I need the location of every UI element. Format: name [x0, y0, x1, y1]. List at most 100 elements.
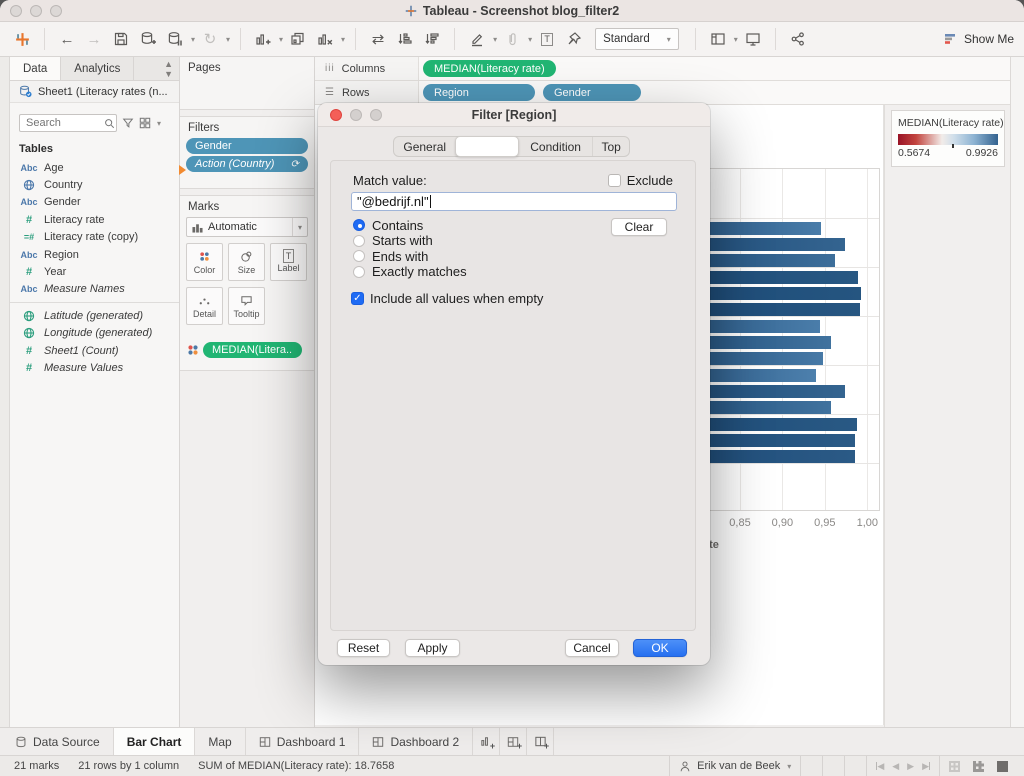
radio-starts-with[interactable] — [353, 234, 365, 247]
field-country[interactable]: Country — [10, 176, 179, 193]
field-age[interactable]: Abc Age — [10, 159, 179, 176]
field-sheet1-count[interactable]: # Sheet1 (Count) — [10, 342, 179, 359]
minimize-window-icon[interactable] — [30, 5, 42, 17]
match-value-input[interactable]: "@bedrijf.nl" — [351, 192, 677, 211]
include-all-option[interactable]: ✓ Include all values when empty — [351, 291, 543, 306]
radio-exactly-matches[interactable] — [353, 265, 365, 278]
marks-median-pill[interactable]: MEDIAN(Litera.. — [203, 342, 302, 358]
pages-card[interactable]: Pages — [180, 57, 314, 110]
exclude-option[interactable]: Exclude — [607, 173, 673, 188]
highlight-button[interactable] — [465, 26, 489, 52]
filter-fields-icon[interactable] — [122, 117, 134, 129]
field-latitude-generated[interactable]: Latitude (generated) — [10, 307, 179, 324]
field-measure-values[interactable]: # Measure Values — [10, 359, 179, 376]
marks-card[interactable]: Marks Automatic ▾ Color Size T Label Detail T… — [180, 195, 314, 371]
radio-option-exactly-matches[interactable]: Exactly matches — [353, 264, 467, 279]
search-input[interactable] — [19, 114, 117, 132]
dialog-tab-condition[interactable]: Condition — [519, 137, 592, 156]
sort-descending-button[interactable] — [420, 26, 444, 52]
sheet-tab-bar-chart[interactable]: Bar Chart — [113, 728, 196, 755]
last-sheet-icon[interactable]: ▶ — [922, 761, 930, 772]
new-worksheet-caret-icon[interactable]: ▾ — [279, 35, 283, 44]
ok-button[interactable]: OK — [633, 639, 687, 657]
include-all-checkbox[interactable]: ✓ — [351, 292, 364, 305]
search-field[interactable] — [24, 116, 104, 130]
color-legend-card[interactable]: MEDIAN(Literacy rate) 0.5674 0.9926 — [891, 110, 1005, 167]
pill-median-literacy-rate[interactable]: MEDIAN(Literacy rate) — [423, 60, 556, 77]
radio-option-ends-with[interactable]: Ends with — [353, 249, 467, 264]
cancel-button[interactable]: Cancel — [565, 639, 619, 657]
undo-button[interactable]: ← — [55, 26, 79, 52]
tableau-logo-icon[interactable] — [10, 26, 34, 52]
tab-data[interactable]: Data — [10, 57, 62, 80]
field-longitude-generated[interactable]: Longitude (generated) — [10, 325, 179, 342]
pause-auto-updates-button[interactable] — [163, 26, 187, 52]
zoom-window-icon[interactable] — [50, 5, 62, 17]
view-options-icon[interactable] — [139, 117, 151, 129]
radio-option-starts-with[interactable]: Starts with — [353, 233, 467, 248]
window-controls[interactable] — [10, 5, 62, 17]
rows-shelf-fields[interactable]: Region Gender — [418, 81, 1010, 104]
scrollbar-track[interactable] — [1010, 57, 1024, 727]
show-hide-cards-caret-icon[interactable]: ▾ — [734, 35, 738, 44]
sheet-tab-data-source[interactable]: Data Source — [2, 728, 114, 755]
previous-sheet-icon[interactable]: ◀ — [892, 761, 899, 772]
pill-gender[interactable]: Gender — [543, 84, 641, 101]
show-tabs-icon[interactable] — [997, 760, 1008, 772]
pause-auto-updates-caret-icon[interactable]: ▾ — [191, 35, 195, 44]
show-hide-cards-button[interactable] — [706, 26, 730, 52]
filters-card[interactable]: Filters Gender Action (Country) ⟳ — [180, 116, 314, 189]
sheet-tab-map[interactable]: Map — [195, 728, 246, 755]
data-connection[interactable]: Sheet1 (Literacy rates (n... — [10, 81, 179, 103]
reset-button[interactable]: Reset — [337, 639, 390, 657]
new-data-source-button[interactable] — [136, 26, 160, 52]
dialog-tab-wildcard-selected[interactable] — [455, 136, 519, 157]
swap-rows-columns-button[interactable]: ⇄ — [366, 26, 390, 52]
presentation-mode-button[interactable] — [741, 26, 765, 52]
field-literacy-rate[interactable]: # Literacy rate — [10, 211, 179, 228]
fix-axes-button[interactable] — [562, 26, 586, 52]
radio-contains[interactable] — [353, 219, 365, 231]
columns-shelf-fields[interactable]: MEDIAN(Literacy rate) — [418, 57, 1010, 80]
pane-resize-icon[interactable]: ▲ ▼ — [158, 57, 179, 80]
radio-option-contains[interactable]: Contains — [353, 218, 467, 233]
color-button[interactable]: Color — [186, 243, 223, 281]
pill-region[interactable]: Region — [423, 84, 535, 101]
new-dashboard-button[interactable]: + — [500, 728, 528, 755]
show-me-button[interactable]: Show Me — [944, 32, 1014, 46]
duplicate-sheet-button[interactable] — [286, 26, 310, 52]
clear-sheet-button[interactable] — [313, 26, 337, 52]
tooltip-button[interactable]: Tooltip — [228, 287, 265, 325]
first-sheet-icon[interactable]: ◀ — [876, 761, 884, 772]
filter-pill-gender[interactable]: Gender — [186, 138, 308, 154]
fit-selector[interactable]: Standard ▾ — [595, 28, 679, 50]
sheet-tab-dashboard-1[interactable]: Dashboard 1 — [246, 728, 360, 755]
sort-ascending-button[interactable] — [393, 26, 417, 52]
apply-button[interactable]: Apply — [405, 639, 460, 657]
field-region[interactable]: Abc Region — [10, 246, 179, 263]
size-button[interactable]: Size — [228, 243, 265, 281]
radio-ends-with[interactable] — [353, 250, 365, 262]
clear-button[interactable]: Clear — [611, 218, 667, 236]
share-workbook-button[interactable] — [786, 26, 810, 52]
next-sheet-icon[interactable]: ▶ — [907, 761, 914, 772]
new-worksheet-button[interactable]: + — [473, 728, 501, 755]
highlight-caret-icon[interactable]: ▾ — [493, 35, 497, 44]
new-worksheet-button[interactable] — [251, 26, 275, 52]
field-measure-names[interactable]: Abc Measure Names — [10, 281, 179, 298]
dialog-tab-general[interactable]: General — [394, 137, 455, 156]
show-sheet-sorter-icon[interactable] — [949, 760, 960, 772]
show-filmstrip-icon[interactable] — [973, 760, 984, 772]
dialog-close-icon[interactable] — [330, 109, 342, 121]
field-year[interactable]: # Year — [10, 263, 179, 280]
show-mark-labels-button[interactable]: T — [535, 26, 559, 52]
tab-analytics[interactable]: Analytics — [61, 57, 135, 80]
field-literacy-rate-copy[interactable]: =# Literacy rate (copy) — [10, 229, 179, 246]
view-options-caret-icon[interactable]: ▾ — [157, 119, 161, 128]
new-story-button[interactable]: + — [527, 728, 555, 755]
label-button[interactable]: T Label — [270, 243, 307, 281]
clear-sheet-caret-icon[interactable]: ▾ — [341, 35, 345, 44]
sheet-tab-dashboard-2[interactable]: Dashboard 2 — [359, 728, 474, 755]
dialog-window-controls[interactable] — [330, 109, 382, 121]
mark-type-selector[interactable]: Automatic ▾ — [186, 217, 308, 237]
